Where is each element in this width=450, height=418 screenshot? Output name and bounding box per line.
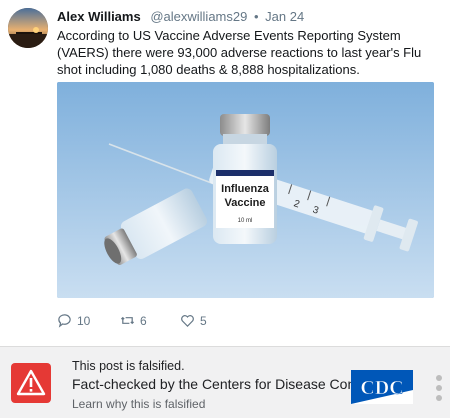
author-name[interactable]: Alex Williams: [57, 9, 141, 24]
cdc-logo-text: CDC: [360, 377, 403, 399]
retweet-icon: [120, 316, 135, 325]
reply-count: 10: [77, 313, 91, 328]
retweet-button[interactable]: 6: [120, 313, 147, 328]
learn-more-link[interactable]: Learn why this is falsified: [72, 397, 205, 411]
reply-button[interactable]: 10: [57, 313, 90, 328]
heart-icon: [181, 315, 194, 327]
tweet-card: Alex Williams @alexwilliams29 • Jan 24 A…: [0, 0, 450, 346]
cdc-logo: CDC: [351, 370, 413, 404]
reply-icon: [58, 314, 71, 328]
warning-icon: [11, 363, 51, 403]
fact-check-title: This post is falsified.: [72, 359, 185, 373]
more-options-icon[interactable]: [434, 375, 444, 405]
vaccine-image: 2 3 Influenza Vaccine 10 ml: [57, 82, 434, 298]
author-handle[interactable]: @alexwilliams29: [150, 9, 247, 24]
vial-volume: 10 ml: [238, 218, 253, 224]
retweet-count: 6: [140, 313, 147, 328]
tweet-image[interactable]: 2 3 Influenza Vaccine 10 ml: [57, 82, 434, 298]
avatar-photo: [8, 8, 48, 48]
like-button[interactable]: 5: [180, 313, 207, 328]
separator: •: [253, 9, 259, 24]
vial-label-line1: Influenza: [221, 183, 270, 195]
tweet-header: Alex Williams @alexwilliams29 • Jan 24: [57, 9, 304, 24]
fact-check-source: Fact-checked by the Centers for Disease …: [72, 376, 375, 392]
like-count: 5: [200, 313, 207, 328]
tweet-text: According to US Vaccine Adverse Events R…: [57, 28, 422, 77]
tweet-date[interactable]: Jan 24: [265, 9, 304, 24]
vial-label-line2: Vaccine: [225, 197, 266, 209]
avatar[interactable]: [8, 8, 48, 48]
